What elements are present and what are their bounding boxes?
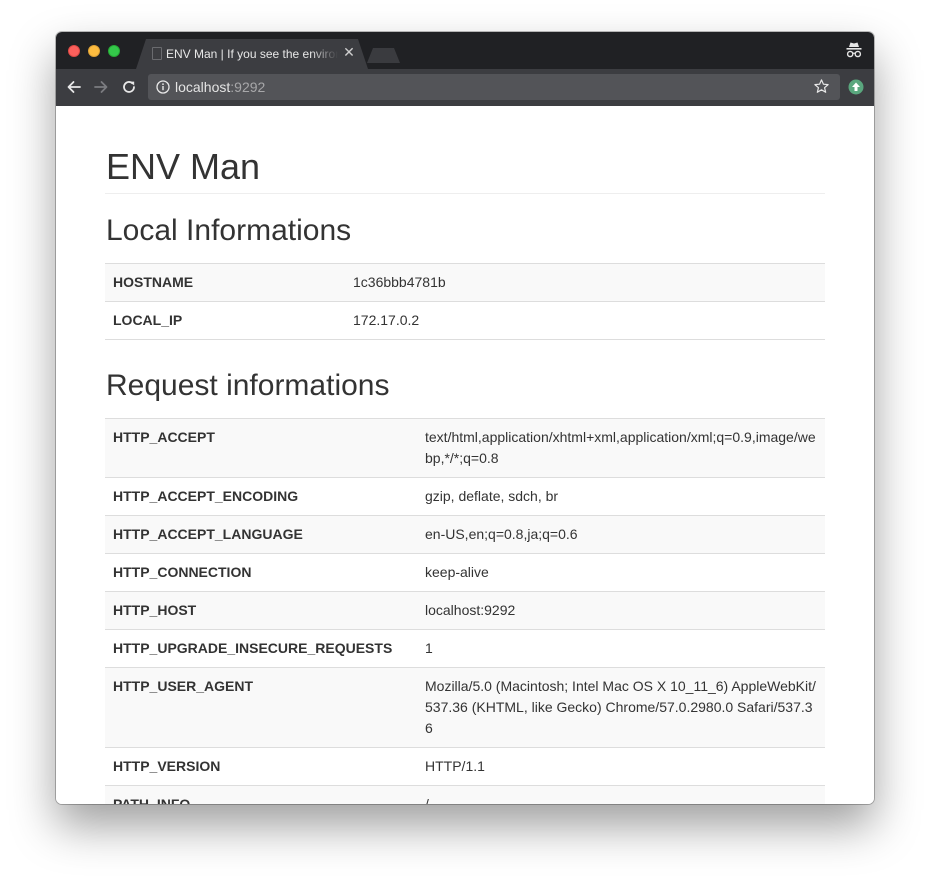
zoom-window-button[interactable]: [108, 45, 120, 57]
minimize-window-button[interactable]: [88, 45, 100, 57]
row-key: HTTP_HOST: [105, 591, 417, 630]
row-key: PATH_INFO: [105, 785, 417, 804]
request-info-table: HTTP_ACCEPT text/html,application/xhtml+…: [105, 418, 825, 804]
table-row: LOCAL_IP 172.17.0.2: [105, 301, 825, 340]
table-row: PATH_INFO /: [105, 785, 825, 804]
address-bar[interactable]: localhost:9292: [148, 74, 840, 100]
page-viewport[interactable]: ENV Man Local Informations HOSTNAME 1c36…: [56, 106, 874, 804]
row-value: localhost:9292: [417, 591, 825, 630]
forward-arrow-icon[interactable]: [92, 78, 110, 96]
row-key: HTTP_USER_AGENT: [105, 667, 417, 748]
row-value: text/html,application/xhtml+xml,applicat…: [417, 418, 825, 478]
close-tab-icon[interactable]: ✕: [342, 46, 356, 60]
close-window-button[interactable]: [68, 45, 80, 57]
table-row: HTTP_ACCEPT_ENCODING gzip, deflate, sdch…: [105, 477, 825, 516]
row-value: 1c36bbb4781b: [345, 263, 825, 302]
row-value: HTTP/1.1: [417, 747, 825, 786]
page-title: ENV Man: [106, 146, 261, 187]
browser-window: ENV Man | If you see the environment ✕: [56, 32, 874, 804]
table-row: HTTP_ACCEPT text/html,application/xhtml+…: [105, 418, 825, 478]
row-key: LOCAL_IP: [105, 301, 345, 340]
tab-strip: ENV Man | If you see the environment ✕: [56, 32, 874, 69]
row-key: HTTP_ACCEPT: [105, 418, 417, 478]
row-key: HTTP_UPGRADE_INSECURE_REQUESTS: [105, 629, 417, 668]
request-section-heading: Request informations: [106, 369, 390, 402]
new-tab-button[interactable]: [367, 48, 400, 63]
table-row: HTTP_ACCEPT_LANGUAGE en-US,en;q=0.8,ja;q…: [105, 515, 825, 554]
info-icon[interactable]: [156, 80, 170, 94]
row-value: 1: [417, 629, 825, 668]
back-arrow-icon[interactable]: [65, 78, 83, 96]
browser-toolbar: localhost:9292: [56, 69, 874, 106]
row-value: /: [417, 785, 825, 804]
row-key: HTTP_VERSION: [105, 747, 417, 786]
url-port: :9292: [230, 79, 266, 95]
update-arrow-icon[interactable]: [848, 79, 864, 95]
table-row: HTTP_CONNECTION keep-alive: [105, 553, 825, 592]
tab-active[interactable]: ENV Man | If you see the environment ✕: [136, 39, 368, 69]
row-key: HTTP_CONNECTION: [105, 553, 417, 592]
row-key: HTTP_ACCEPT_LANGUAGE: [105, 515, 417, 554]
table-row: HTTP_VERSION HTTP/1.1: [105, 747, 825, 786]
row-key: HOSTNAME: [105, 263, 345, 302]
row-value: keep-alive: [417, 553, 825, 592]
incognito-icon: [846, 42, 862, 58]
local-info-table: HOSTNAME 1c36bbb4781b LOCAL_IP 172.17.0.…: [105, 263, 825, 340]
row-key: HTTP_ACCEPT_ENCODING: [105, 477, 417, 516]
page-favicon-icon: [152, 47, 162, 60]
tab-title: ENV Man | If you see the environment: [166, 47, 336, 61]
row-value: en-US,en;q=0.8,ja;q=0.6: [417, 515, 825, 554]
table-row: HTTP_HOST localhost:9292: [105, 591, 825, 630]
table-row: HTTP_USER_AGENT Mozilla/5.0 (Macintosh; …: [105, 667, 825, 748]
window-controls: [68, 45, 120, 57]
row-value: 172.17.0.2: [345, 301, 825, 340]
local-section-heading: Local Informations: [106, 214, 352, 247]
table-row: HOSTNAME 1c36bbb4781b: [105, 263, 825, 302]
table-row: HTTP_UPGRADE_INSECURE_REQUESTS 1: [105, 629, 825, 668]
star-icon[interactable]: [813, 78, 830, 95]
reload-icon[interactable]: [120, 78, 138, 96]
url-text[interactable]: localhost:9292: [175, 79, 265, 95]
url-host: localhost: [175, 79, 231, 95]
row-value: Mozilla/5.0 (Macintosh; Intel Mac OS X 1…: [417, 667, 825, 748]
row-value: gzip, deflate, sdch, br: [417, 477, 825, 516]
title-divider: [105, 193, 825, 194]
